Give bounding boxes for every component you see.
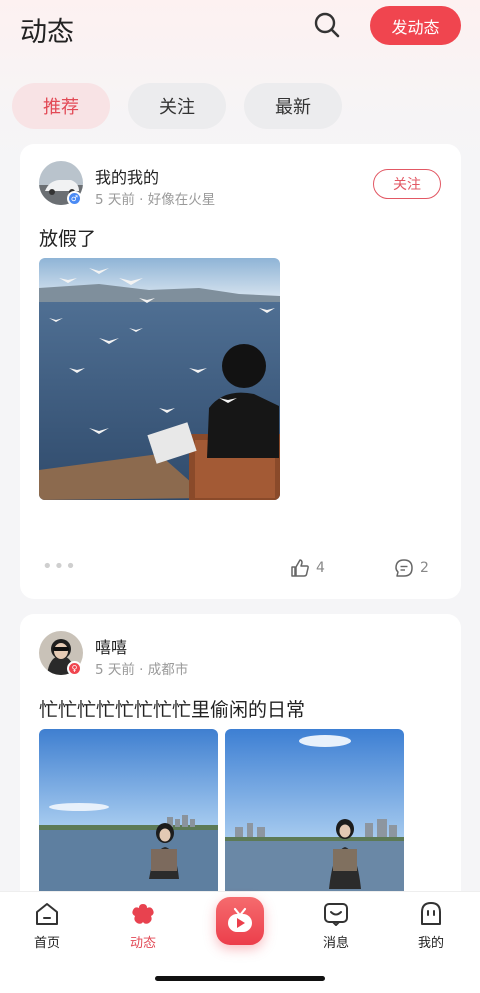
tabbar-label: 消息: [322, 936, 349, 951]
tabbar-item-moments[interactable]: 动态: [113, 900, 173, 951]
home-icon: [36, 903, 58, 925]
comment-count: 2: [420, 560, 429, 576]
post-card[interactable]: ♂ 我的我的 5 天前 · 好像在火星 关注 放假了 ••• 4 2: [20, 144, 461, 599]
comment-icon: [395, 559, 413, 577]
username[interactable]: 我的我的: [95, 164, 159, 188]
tab-recommended[interactable]: 推荐: [12, 83, 110, 129]
post-text: 忙忙忙忙忙忙忙忙里偷闲的日常: [39, 699, 306, 721]
like-button[interactable]: 4: [290, 558, 325, 578]
post-button[interactable]: 发动态: [370, 6, 461, 45]
post-meta: 5 天前 · 好像在火星: [95, 192, 216, 208]
post-photo[interactable]: [225, 729, 404, 899]
tabbar-item-profile[interactable]: 我的: [401, 900, 461, 951]
message-icon: [324, 903, 348, 926]
tab-following[interactable]: 关注: [128, 83, 226, 129]
tabbar-item-messages[interactable]: 消息: [306, 900, 366, 951]
male-gender-icon: ♂: [67, 191, 82, 206]
flower-icon: [132, 904, 154, 924]
post-card[interactable]: ♀ 嘻嘻 5 天前 · 成都市 忙忙忙忙忙忙忙忙里偷闲的日常: [20, 614, 461, 914]
post-photo[interactable]: [39, 258, 280, 500]
follow-button[interactable]: 关注: [373, 169, 441, 199]
page-title: 动态: [20, 17, 74, 48]
post-photo[interactable]: [39, 729, 218, 899]
profile-icon: [421, 902, 441, 925]
tab-latest[interactable]: 最新: [244, 83, 342, 129]
like-count: 4: [316, 560, 325, 576]
header: 动态 发动态: [0, 0, 480, 62]
search-icon[interactable]: [312, 10, 342, 40]
tabbar-label: 动态: [129, 936, 156, 951]
tv-icon: [228, 907, 252, 932]
more-options-icon[interactable]: •••: [42, 556, 77, 577]
tabbar-label: 我的: [417, 936, 444, 951]
like-icon: [291, 559, 309, 577]
username[interactable]: 嘻嘻: [95, 634, 127, 658]
home-indicator: [155, 976, 325, 981]
female-gender-icon: ♀: [67, 661, 82, 676]
tabbar-item-home[interactable]: 首页: [17, 900, 77, 951]
post-text: 放假了: [39, 228, 97, 250]
tabbar-label: 首页: [33, 936, 60, 951]
comment-button[interactable]: 2: [394, 558, 429, 578]
tabbar-item-live[interactable]: [216, 897, 264, 945]
post-meta: 5 天前 · 成都市: [95, 662, 189, 678]
